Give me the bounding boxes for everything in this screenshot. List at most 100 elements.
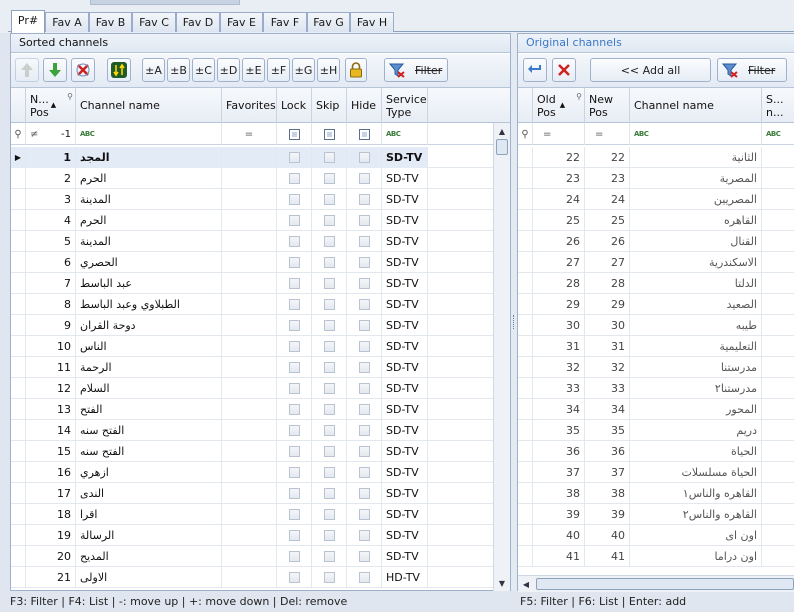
lock-filter-checkbox[interactable]: [288, 128, 300, 140]
service-type-cell[interactable]: SD-TV: [382, 441, 428, 462]
old-position-cell[interactable]: 30: [533, 315, 585, 336]
service-type-cell[interactable]: SD-TV: [382, 294, 428, 315]
table-row[interactable]: 6 الحصري SD-TV: [11, 252, 494, 273]
new-position-cell[interactable]: 32: [585, 357, 630, 378]
service-type-cell[interactable]: SD-TV: [382, 252, 428, 273]
tab-fav-b[interactable]: Fav B: [89, 12, 132, 32]
old-position-cell[interactable]: 35: [533, 420, 585, 441]
s-cell[interactable]: [762, 546, 794, 567]
channel-name-cell[interactable]: المحور: [630, 399, 762, 420]
hide-checkbox[interactable]: [358, 425, 370, 436]
skip-cell[interactable]: [312, 483, 347, 504]
skip-checkbox[interactable]: [323, 362, 335, 373]
old-position-cell[interactable]: 36: [533, 441, 585, 462]
scrollbar-thumb[interactable]: [496, 139, 508, 155]
lock-cell[interactable]: [277, 525, 312, 546]
favorites-cell[interactable]: [222, 147, 277, 168]
old-position-cell[interactable]: 39: [533, 504, 585, 525]
filter-button[interactable]: Filter: [384, 58, 448, 82]
hide-cell[interactable]: [347, 210, 382, 231]
table-row[interactable]: 18 اقرا SD-TV: [11, 504, 494, 525]
move-down-button[interactable]: [43, 58, 67, 82]
lock-checkbox[interactable]: [288, 215, 300, 226]
table-row[interactable]: 17 الندى SD-TV: [11, 483, 494, 504]
service-type-cell[interactable]: SD-TV: [382, 357, 428, 378]
hide-cell[interactable]: [347, 273, 382, 294]
skip-checkbox[interactable]: [323, 215, 335, 226]
lock-checkbox[interactable]: [288, 320, 300, 331]
table-row[interactable]: 27 27 الاسكندرية: [518, 252, 794, 273]
column-header-skip[interactable]: Skip: [312, 88, 347, 123]
service-type-cell[interactable]: SD-TV: [382, 336, 428, 357]
service-type-cell[interactable]: SD-TV: [382, 420, 428, 441]
horizontal-scrollbar-thumb[interactable]: [536, 578, 794, 590]
s-cell[interactable]: [762, 210, 794, 231]
hide-filter-cell[interactable]: [347, 123, 382, 145]
service-type-cell[interactable]: SD-TV: [382, 546, 428, 567]
column-header-favorites[interactable]: Favorites: [222, 88, 277, 123]
position-cell[interactable]: 2: [26, 168, 76, 189]
not-equal-operator[interactable]: ≠: [30, 129, 38, 140]
add-button[interactable]: [523, 58, 547, 82]
column-header-old-pos[interactable]: Old Pos ▲ ⚲: [533, 88, 585, 123]
lock-cell[interactable]: [277, 567, 312, 588]
lock-checkbox[interactable]: [288, 278, 300, 289]
channel-name-cell[interactable]: الطبلاوي وعبد الباسط: [76, 294, 222, 315]
skip-cell[interactable]: [312, 420, 347, 441]
channel-name-cell[interactable]: المديح: [76, 546, 222, 567]
table-row[interactable]: 20 المديح SD-TV: [11, 546, 494, 567]
s-cell[interactable]: [762, 357, 794, 378]
s-cell[interactable]: [762, 462, 794, 483]
position-cell[interactable]: 9: [26, 315, 76, 336]
old-position-cell[interactable]: 41: [533, 546, 585, 567]
channel-name-cell[interactable]: الرسالة: [76, 525, 222, 546]
tab-fav-d[interactable]: Fav D: [176, 12, 220, 32]
lock-cell[interactable]: [277, 378, 312, 399]
table-row[interactable]: 11 الرحمة SD-TV: [11, 357, 494, 378]
s-filter-cell[interactable]: ABC: [762, 123, 794, 145]
table-row[interactable]: 38 38 القاهره والناس١: [518, 483, 794, 504]
skip-cell[interactable]: [312, 504, 347, 525]
tab-fav-c[interactable]: Fav C: [132, 12, 176, 32]
lock-checkbox[interactable]: [288, 425, 300, 436]
remove-original-button[interactable]: [552, 58, 576, 82]
favorites-cell[interactable]: [222, 231, 277, 252]
lock-cell[interactable]: [277, 441, 312, 462]
table-row[interactable]: 22 22 الثانية: [518, 147, 794, 168]
s-cell[interactable]: [762, 378, 794, 399]
column-filter-icon[interactable]: ⚲: [576, 90, 582, 103]
new-position-cell[interactable]: 38: [585, 483, 630, 504]
hide-cell[interactable]: [347, 567, 382, 588]
s-cell[interactable]: [762, 420, 794, 441]
new-position-cell[interactable]: 29: [585, 294, 630, 315]
favorites-cell[interactable]: [222, 420, 277, 441]
channel-name-cell[interactable]: اقرا: [76, 504, 222, 525]
lock-cell[interactable]: [277, 231, 312, 252]
channel-name-cell[interactable]: الحرم: [76, 168, 222, 189]
service-type-cell[interactable]: SD-TV: [382, 210, 428, 231]
channel-name-cell[interactable]: دوحة القران: [76, 315, 222, 336]
hide-checkbox[interactable]: [358, 341, 370, 352]
lock-checkbox[interactable]: [288, 572, 300, 583]
skip-cell[interactable]: [312, 210, 347, 231]
column-header-channel-name[interactable]: Channel name: [630, 88, 762, 123]
favorites-cell[interactable]: [222, 441, 277, 462]
table-row[interactable]: 26 26 القنال: [518, 231, 794, 252]
skip-filter-cell[interactable]: [312, 123, 347, 145]
lock-checkbox[interactable]: [288, 530, 300, 541]
s-cell[interactable]: [762, 483, 794, 504]
old-position-cell[interactable]: 33: [533, 378, 585, 399]
hide-filter-checkbox[interactable]: [358, 128, 370, 140]
table-row[interactable]: 8 الطبلاوي وعبد الباسط SD-TV: [11, 294, 494, 315]
old-position-cell[interactable]: 31: [533, 336, 585, 357]
favorites-cell[interactable]: [222, 567, 277, 588]
channel-name-cell[interactable]: الاولى: [76, 567, 222, 588]
lock-checkbox[interactable]: [288, 173, 300, 184]
column-header-name[interactable]: Channel name: [76, 88, 222, 123]
hide-checkbox[interactable]: [358, 257, 370, 268]
channel-name-cell[interactable]: الحياة مسلسلات: [630, 462, 762, 483]
new-position-cell[interactable]: 27: [585, 252, 630, 273]
column-header-lock[interactable]: Lock: [277, 88, 312, 123]
favorites-cell[interactable]: [222, 336, 277, 357]
channel-name-cell[interactable]: القنال: [630, 231, 762, 252]
